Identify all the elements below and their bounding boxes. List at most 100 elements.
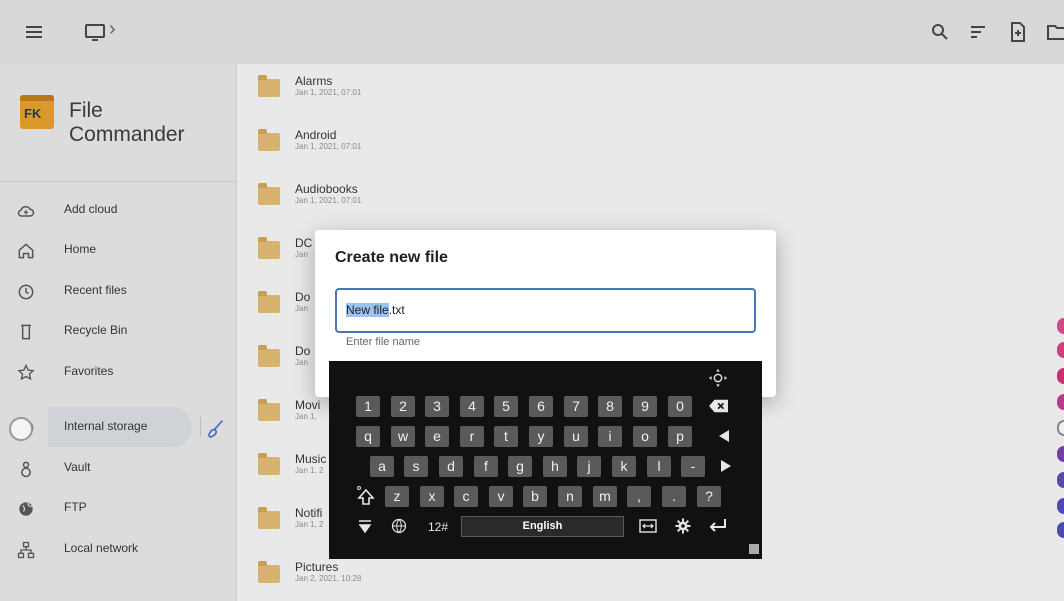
hide-keyboard-icon[interactable] [356,518,374,536]
sidebar-item-label: Home [64,242,97,256]
sidebar-item-local-network[interactable]: Local network [0,529,237,569]
device-icon[interactable] [83,20,107,44]
key-question[interactable]: ? [697,486,721,507]
key-m[interactable]: m [593,486,617,507]
key-z[interactable]: z [385,486,409,507]
gear-icon[interactable] [674,518,692,536]
palette-swatch[interactable] [1057,420,1064,436]
palette-swatch[interactable] [1057,368,1064,384]
globe-icon [16,499,36,519]
backspace-icon[interactable] [707,397,731,417]
key-j[interactable]: j [577,456,601,477]
sidebar-item-home[interactable]: Home [0,230,237,270]
key-a[interactable]: a [370,456,394,477]
palette-swatch[interactable] [1057,342,1064,358]
file-name-input[interactable]: New file.txt [335,288,756,333]
list-item[interactable]: Audiobooks Jan 1, 2021, 07:01 [237,176,1064,230]
key-5[interactable]: 5 [494,396,518,417]
key-f[interactable]: f [474,456,498,477]
network-icon [16,540,36,560]
enter-icon[interactable] [707,517,729,537]
key-4[interactable]: 4 [460,396,484,417]
sidebar-item-recycle-bin[interactable]: Recycle Bin [0,311,237,351]
palette-swatch[interactable] [1057,318,1064,334]
palette-swatch[interactable] [1057,498,1064,514]
key-1[interactable]: 1 [356,396,380,417]
palette-swatch[interactable] [1057,446,1064,462]
key-b[interactable]: b [523,486,547,507]
key-7[interactable]: 7 [564,396,588,417]
key-r[interactable]: r [460,426,484,447]
resize-handle-icon[interactable] [749,544,759,554]
key-v[interactable]: v [489,486,513,507]
menu-icon[interactable] [22,20,46,44]
key-x[interactable]: x [420,486,444,507]
file-name: Notifi [295,506,323,520]
key-comma[interactable]: , [627,486,651,507]
key-0[interactable]: 0 [668,396,692,417]
sidebar-item-favorites[interactable]: Favorites [0,352,237,392]
file-name: Do [295,290,311,304]
broom-icon[interactable] [205,417,227,439]
space-key[interactable]: English [461,516,624,537]
key-2[interactable]: 2 [391,396,415,417]
file-date: Jan 1, 2021, 07:01 [295,142,362,151]
list-item[interactable]: Pictures Jan 2, 2021, 10:28 [237,554,1064,601]
palette-swatch[interactable] [1057,394,1064,410]
key-w[interactable]: w [391,426,415,447]
key-g[interactable]: g [508,456,532,477]
sidebar-item-vault[interactable]: Vault [0,448,237,488]
key-q[interactable]: q [356,426,380,447]
key-h[interactable]: h [543,456,567,477]
key-8[interactable]: 8 [598,396,622,417]
key-t[interactable]: t [494,426,518,447]
new-folder-icon[interactable] [1045,20,1064,44]
cursor-right-icon[interactable] [717,458,735,476]
sidebar-item-recent-files[interactable]: Recent files [0,271,237,311]
key-d[interactable]: d [439,456,463,477]
key-s[interactable]: s [404,456,428,477]
sidebar-item-add-cloud[interactable]: Add cloud [0,190,237,230]
key-l[interactable]: l [647,456,671,477]
key-6[interactable]: 6 [529,396,553,417]
floating-touch-handle[interactable] [9,417,33,441]
navigation-drawer: FK File Commander Add cloud Home Recent … [0,64,237,601]
new-file-icon[interactable] [1006,20,1030,44]
file-name: Music [295,452,327,466]
file-name: Do [295,344,311,358]
key-9[interactable]: 9 [633,396,657,417]
key-e[interactable]: e [425,426,449,447]
item-divider [200,417,201,437]
sidebar-item-ftp[interactable]: FTP [0,488,237,528]
cursor-move-icon[interactable] [639,518,657,536]
key-3[interactable]: 3 [425,396,449,417]
search-icon[interactable] [928,20,952,44]
sidebar-item-internal-storage[interactable]: Internal storage [0,407,237,447]
sidebar-item-label: Vault [64,460,91,474]
globe-icon[interactable] [390,518,408,536]
shift-icon[interactable] [355,485,377,507]
sort-icon[interactable] [966,20,990,44]
list-item[interactable]: Android Jan 1, 2021, 07:01 [237,122,1064,176]
key-u[interactable]: u [564,426,588,447]
key-p[interactable]: p [668,426,692,447]
key-period[interactable]: . [662,486,686,507]
sidebar-item-label: FTP [64,500,87,514]
palette-swatch[interactable] [1057,472,1064,488]
numbers-toggle-key[interactable]: 12# [423,520,453,536]
key-dash[interactable]: - [681,456,705,477]
key-y[interactable]: y [529,426,553,447]
key-c[interactable]: c [454,486,478,507]
sidebar-item-label: Favorites [64,364,114,378]
folder-icon [258,345,280,367]
key-k[interactable]: k [612,456,636,477]
palette-swatch[interactable] [1057,522,1064,538]
key-i[interactable]: i [598,426,622,447]
breadcrumb-chevron-icon: › [109,18,116,40]
list-item[interactable]: Alarms Jan 1, 2021, 07:01 [237,68,1064,122]
cursor-left-icon[interactable] [715,428,733,446]
move-handle-icon[interactable] [706,367,730,388]
key-n[interactable]: n [558,486,582,507]
key-o[interactable]: o [633,426,657,447]
folder-icon [258,399,280,421]
